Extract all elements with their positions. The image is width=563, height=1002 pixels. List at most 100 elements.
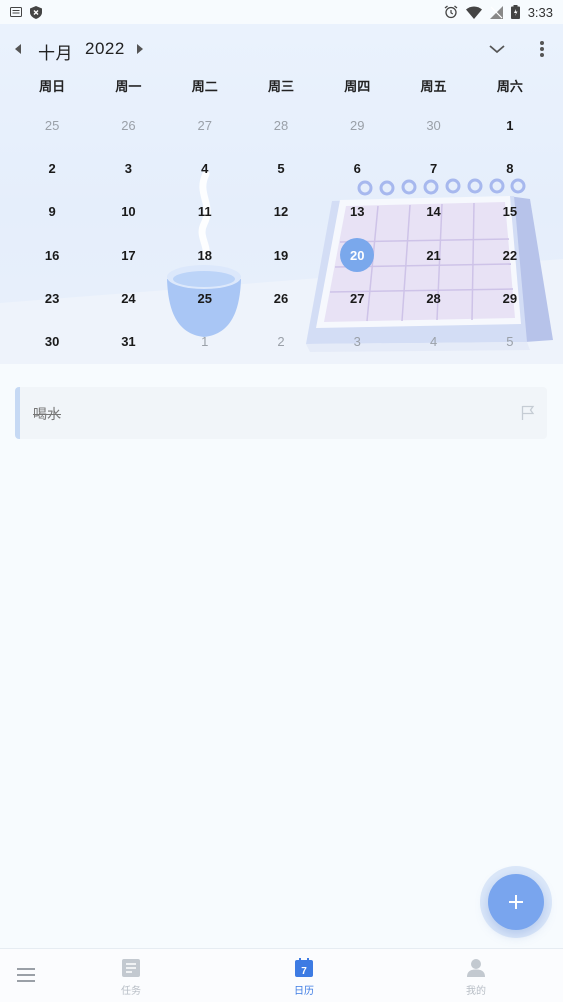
day-number: 28 xyxy=(273,118,289,134)
day-cell[interactable]: 29 xyxy=(319,104,395,147)
day-cell[interactable]: 30 xyxy=(14,320,90,363)
day-number: 1 xyxy=(506,118,514,134)
notification-icon xyxy=(10,7,22,17)
day-number: 21 xyxy=(426,247,441,263)
tab-calendar-label: 日历 xyxy=(294,986,314,997)
month-title[interactable]: 十月 2022 xyxy=(38,39,125,64)
day-number: 25 xyxy=(197,290,212,306)
day-cell[interactable]: 13 xyxy=(319,190,395,233)
day-cell[interactable]: 17 xyxy=(90,234,166,277)
day-cell[interactable]: 1 xyxy=(472,104,548,147)
day-cell[interactable]: 11 xyxy=(167,190,243,233)
day-cell[interactable]: 14 xyxy=(395,190,471,233)
day-number: 27 xyxy=(197,118,212,134)
day-cell[interactable]: 23 xyxy=(14,277,90,320)
flag-icon[interactable] xyxy=(521,405,535,421)
year-label: 2022 xyxy=(85,39,125,58)
day-number: 5 xyxy=(506,334,514,350)
day-cell[interactable]: 25 xyxy=(14,104,90,147)
weekday-header: 周日 周一 周二 周三 周四 周五 周六 xyxy=(14,76,548,98)
day-cell[interactable]: 6 xyxy=(319,147,395,190)
day-cell[interactable]: 4 xyxy=(395,320,471,363)
day-cell[interactable]: 21 xyxy=(395,234,471,277)
task-item[interactable]: 喝水 xyxy=(15,387,547,439)
day-number: 16 xyxy=(44,247,60,263)
day-cell[interactable]: 15 xyxy=(472,190,548,233)
day-number: 15 xyxy=(502,204,518,220)
day-cell[interactable]: 8 xyxy=(472,147,548,190)
day-number: 30 xyxy=(44,334,60,350)
day-cell[interactable]: 4 xyxy=(167,147,243,190)
profile-icon xyxy=(467,959,485,977)
bottom-nav: 任务 7 日历 我的 xyxy=(0,948,563,1002)
day-cell[interactable]: 9 xyxy=(14,190,90,233)
day-number: 25 xyxy=(44,118,60,134)
day-cell[interactable]: 10 xyxy=(90,190,166,233)
day-cell[interactable]: 16 xyxy=(14,234,90,277)
day-cell[interactable]: 2 xyxy=(14,147,90,190)
day-cell[interactable]: 12 xyxy=(243,190,319,233)
day-cell[interactable]: 7 xyxy=(395,147,471,190)
day-cell[interactable]: 3 xyxy=(319,320,395,363)
day-cell[interactable]: 2 xyxy=(243,320,319,363)
day-cell[interactable]: 22 xyxy=(472,234,548,277)
day-cell[interactable]: 30 xyxy=(395,104,471,147)
day-number: 29 xyxy=(502,290,518,306)
day-cell[interactable]: 31 xyxy=(90,320,166,363)
prev-month-icon[interactable] xyxy=(13,41,23,57)
day-cell[interactable]: 27 xyxy=(319,277,395,320)
day-cell[interactable]: 26 xyxy=(243,277,319,320)
clock-time: 3:33 xyxy=(527,4,553,20)
tab-profile-label: 我的 xyxy=(466,986,486,997)
day-cell[interactable]: 24 xyxy=(90,277,166,320)
day-cell[interactable]: 28 xyxy=(243,104,319,147)
day-cell[interactable]: 1 xyxy=(167,320,243,363)
month-label: 十月 xyxy=(38,44,73,63)
chevron-down-icon[interactable] xyxy=(488,43,506,55)
day-number: 3 xyxy=(124,161,133,177)
tab-tasks-label: 任务 xyxy=(121,986,141,997)
day-cell[interactable]: 18 xyxy=(167,234,243,277)
hamburger-icon[interactable] xyxy=(16,967,36,983)
day-number: 24 xyxy=(121,290,136,306)
day-number: 14 xyxy=(426,204,441,220)
tab-tasks[interactable]: 任务 xyxy=(96,958,166,1000)
next-month-icon[interactable] xyxy=(135,41,145,57)
day-cell[interactable]: 27 xyxy=(167,104,243,147)
day-number: 23 xyxy=(44,290,60,306)
tab-profile[interactable]: 我的 xyxy=(441,958,511,1000)
day-number: 3 xyxy=(353,334,361,350)
day-cell[interactable]: 25 xyxy=(167,277,243,320)
alarm-icon xyxy=(444,5,458,19)
day-number: 12 xyxy=(273,204,289,220)
more-options-icon[interactable] xyxy=(538,40,546,58)
day-cell[interactable]: 5 xyxy=(472,320,548,363)
add-task-button[interactable] xyxy=(488,874,544,930)
day-number: 27 xyxy=(350,290,365,306)
month-grid: 25 26 27 28 29 30 1 2 3 4 5 6 7 8 9 10 11 12 13 14 15 16 17 18 1… xyxy=(14,104,548,363)
day-cell[interactable]: 26 xyxy=(90,104,166,147)
day-cell-today[interactable]: 20 xyxy=(319,234,395,277)
weekday-label: 周四 xyxy=(344,79,371,94)
day-cell[interactable]: 19 xyxy=(243,234,319,277)
day-number: 2 xyxy=(277,334,285,350)
day-cell[interactable]: 28 xyxy=(395,277,471,320)
day-number: 2 xyxy=(48,161,56,177)
day-number: 31 xyxy=(121,334,136,350)
day-number: 18 xyxy=(197,247,212,263)
day-cell[interactable]: 29 xyxy=(472,277,548,320)
day-cell[interactable]: 5 xyxy=(243,147,319,190)
calendar-header: 十月 2022 xyxy=(0,34,563,64)
day-number: 19 xyxy=(273,247,289,263)
plus-icon xyxy=(509,895,523,909)
tab-calendar[interactable]: 7 日历 xyxy=(269,958,339,1000)
day-number: 29 xyxy=(350,118,365,134)
task-title: 喝水 xyxy=(33,406,61,422)
day-number: 1 xyxy=(201,334,209,350)
weekday-label: 周一 xyxy=(115,79,142,94)
day-number: 22 xyxy=(502,247,518,263)
day-cell[interactable]: 3 xyxy=(90,147,166,190)
day-number: 4 xyxy=(201,161,209,177)
day-number: 6 xyxy=(353,161,361,177)
day-number: 7 xyxy=(429,161,438,177)
